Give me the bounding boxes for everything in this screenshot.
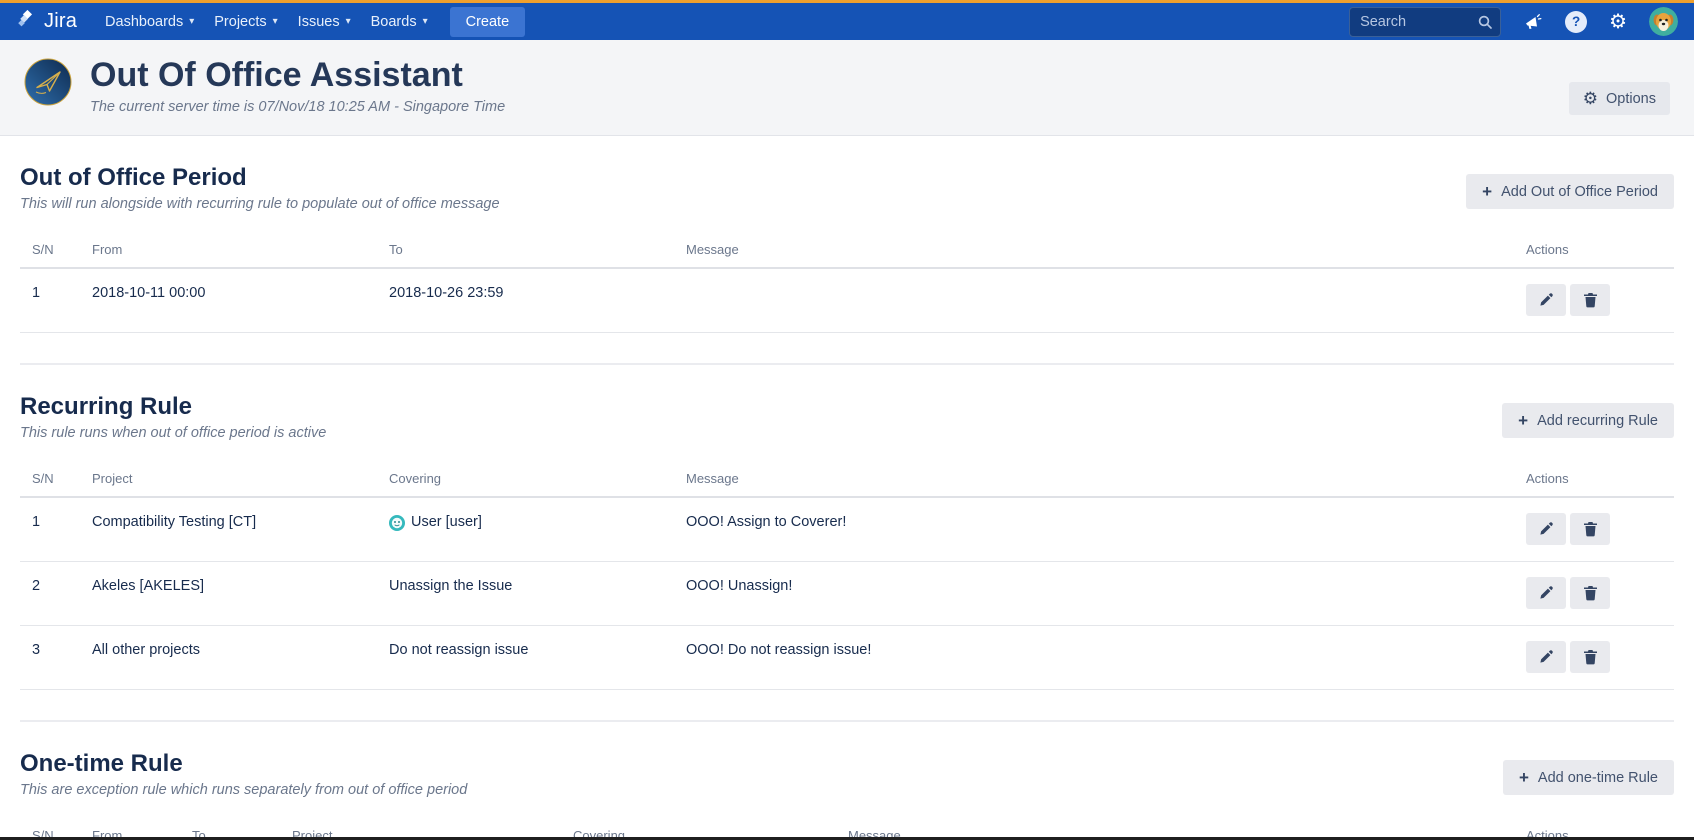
chevron-down-icon: ▾ <box>346 16 351 27</box>
edit-button[interactable] <box>1526 641 1566 673</box>
edit-button[interactable] <box>1526 513 1566 545</box>
navbar-right: ? ⚙ <box>1349 7 1678 37</box>
trash-icon <box>1583 585 1598 601</box>
onetime-subtitle: This are exception rule which runs separ… <box>20 782 467 798</box>
edit-button[interactable] <box>1526 284 1566 316</box>
nav-projects[interactable]: Projects ▾ <box>204 6 287 38</box>
main-content: Out of Office Period This will run along… <box>0 164 1694 840</box>
edit-button[interactable] <box>1526 577 1566 609</box>
top-navbar: Jira Dashboards ▾ Projects ▾ Issues ▾ Bo… <box>0 3 1694 40</box>
add-onetime-button[interactable]: + Add one-time Rule <box>1503 760 1674 795</box>
col-message: Message <box>678 232 1518 268</box>
help-icon[interactable]: ? <box>1565 11 1587 33</box>
period-section-header: Out of Office Period This will run along… <box>20 164 1674 212</box>
user-avatar[interactable] <box>1649 7 1678 36</box>
settings-icon[interactable]: ⚙ <box>1609 12 1627 32</box>
recurring-subtitle: This rule runs when out of office period… <box>20 425 326 441</box>
delete-button[interactable] <box>1570 513 1610 545</box>
server-time-text: The current server time is 07/Nov/18 10:… <box>90 99 505 115</box>
nav-boards[interactable]: Boards ▾ <box>361 6 438 38</box>
nav-issues[interactable]: Issues ▾ <box>288 6 361 38</box>
plus-icon: + <box>1518 412 1528 429</box>
onetime-section-header: One-time Rule This are exception rule wh… <box>20 750 1674 798</box>
recurring-table: S/N Project Covering Message Actions 1 C… <box>20 461 1674 690</box>
col-project: Project <box>84 461 381 497</box>
pencil-icon <box>1538 292 1554 308</box>
pencil-icon <box>1538 585 1554 601</box>
page-header: Out Of Office Assistant The current serv… <box>0 40 1694 136</box>
col-actions: Actions <box>1518 461 1674 497</box>
search-icon <box>1477 14 1493 35</box>
col-message: Message <box>678 461 1518 497</box>
add-recurring-button[interactable]: + Add recurring Rule <box>1502 403 1674 438</box>
col-sn: S/N <box>20 461 84 497</box>
delete-button[interactable] <box>1570 641 1610 673</box>
options-button[interactable]: ⚙ Options <box>1569 82 1670 115</box>
col-from: From <box>84 232 381 268</box>
pencil-icon <box>1538 649 1554 665</box>
period-subtitle: This will run alongside with recurring r… <box>20 196 500 212</box>
trash-icon <box>1583 521 1598 537</box>
col-covering: Covering <box>381 461 678 497</box>
coverer-avatar <box>389 515 405 531</box>
col-actions: Actions <box>1518 232 1674 268</box>
table-row: 3 All other projects Do not reassign iss… <box>20 626 1674 690</box>
plus-icon: + <box>1519 769 1529 786</box>
plus-icon: + <box>1482 183 1492 200</box>
section-divider <box>20 720 1674 722</box>
trash-icon <box>1583 649 1598 665</box>
period-table: S/N From To Message Actions 1 2018-10-11… <box>20 232 1674 333</box>
add-period-button[interactable]: + Add Out of Office Period <box>1466 174 1674 209</box>
table-row: 1 Compatibility Testing [CT] User [user]… <box>20 497 1674 562</box>
chevron-down-icon: ▾ <box>189 16 194 27</box>
onetime-title: One-time Rule <box>20 750 467 778</box>
period-table-header: S/N From To Message Actions <box>20 232 1674 268</box>
create-button[interactable]: Create <box>450 7 526 37</box>
chevron-down-icon: ▾ <box>273 16 278 27</box>
search-box <box>1349 7 1501 37</box>
jira-mark-icon <box>16 8 38 35</box>
recurring-section-header: Recurring Rule This rule runs when out o… <box>20 393 1674 441</box>
col-sn: S/N <box>20 232 84 268</box>
table-row: 1 2018-10-11 00:00 2018-10-26 23:59 <box>20 268 1674 333</box>
pencil-icon <box>1538 521 1554 537</box>
delete-button[interactable] <box>1570 284 1610 316</box>
gear-icon: ⚙ <box>1583 90 1598 107</box>
paper-plane-app-icon <box>24 58 72 111</box>
announcement-icon[interactable] <box>1523 12 1543 32</box>
delete-button[interactable] <box>1570 577 1610 609</box>
section-divider <box>20 363 1674 365</box>
page-title: Out Of Office Assistant <box>90 56 505 95</box>
period-title: Out of Office Period <box>20 164 500 192</box>
recurring-title: Recurring Rule <box>20 393 326 421</box>
brand-text: Jira <box>44 10 77 33</box>
nav-dashboards[interactable]: Dashboards ▾ <box>95 6 204 38</box>
jira-logo[interactable]: Jira <box>16 8 77 35</box>
trash-icon <box>1583 292 1598 308</box>
col-to: To <box>381 232 678 268</box>
recurring-table-header: S/N Project Covering Message Actions <box>20 461 1674 497</box>
table-row: 2 Akeles [AKELES] Unassign the Issue OOO… <box>20 562 1674 626</box>
chevron-down-icon: ▾ <box>423 16 428 27</box>
page-header-text: Out Of Office Assistant The current serv… <box>90 56 505 115</box>
